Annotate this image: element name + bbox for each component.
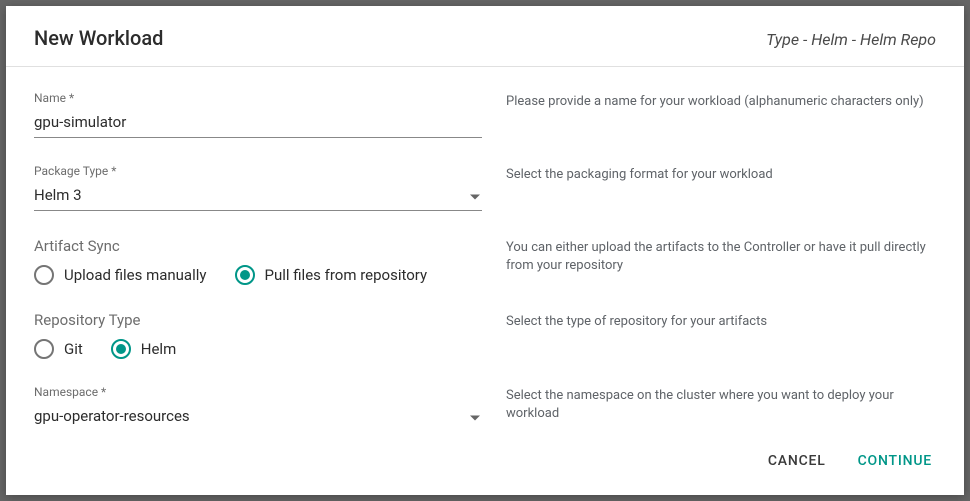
dialog-body: Name * Please provide a name for your wo…	[6, 67, 964, 429]
row-name: Name * Please provide a name for your wo…	[34, 91, 936, 138]
radio-icon	[235, 265, 255, 285]
radio-icon	[34, 339, 54, 359]
namespace-label: Namespace *	[34, 385, 482, 399]
name-help: Please provide a name for your workload …	[506, 91, 936, 138]
radio-icon	[111, 339, 131, 359]
row-package-type: Package Type * Helm 3 Select the packagi…	[34, 164, 936, 211]
radio-icon	[34, 265, 54, 285]
repository-type-help: Select the type of repository for your a…	[506, 311, 936, 359]
radio-upload-manually[interactable]: Upload files manually	[34, 265, 207, 285]
package-type-select[interactable]: Helm 3	[34, 182, 482, 211]
name-label: Name *	[34, 91, 482, 105]
radio-git[interactable]: Git	[34, 339, 83, 359]
radio-upload-label: Upload files manually	[64, 266, 207, 284]
artifact-sync-label: Artifact Sync	[34, 237, 482, 255]
row-namespace: Namespace * gpu-operator-resources Selec…	[34, 385, 936, 429]
dialog-header: New Workload Type - Helm - Helm Repo	[6, 6, 964, 67]
package-type-help: Select the packaging format for your wor…	[506, 164, 936, 211]
radio-helm-label: Helm	[141, 340, 176, 358]
radio-pull-label: Pull files from repository	[265, 266, 428, 284]
radio-git-label: Git	[64, 340, 83, 358]
new-workload-dialog: New Workload Type - Helm - Helm Repo Nam…	[6, 6, 964, 495]
name-input[interactable]	[34, 109, 482, 138]
radio-helm[interactable]: Helm	[111, 339, 176, 359]
dialog-subtitle: Type - Helm - Helm Repo	[766, 30, 936, 49]
dialog-footer: CANCEL CONTINUE	[6, 429, 964, 495]
artifact-sync-help: You can either upload the artifacts to t…	[506, 237, 936, 285]
continue-button[interactable]: CONTINUE	[854, 447, 936, 475]
row-repository-type: Repository Type Git Helm Select the type…	[34, 311, 936, 359]
radio-pull-repository[interactable]: Pull files from repository	[235, 265, 428, 285]
package-type-label: Package Type *	[34, 164, 482, 178]
namespace-select[interactable]: gpu-operator-resources	[34, 403, 482, 429]
row-artifact-sync: Artifact Sync Upload files manually Pull…	[34, 237, 936, 285]
dialog-title: New Workload	[34, 26, 163, 50]
cancel-button[interactable]: CANCEL	[764, 447, 830, 475]
repository-type-label: Repository Type	[34, 311, 482, 329]
namespace-help: Select the namespace on the cluster wher…	[506, 385, 936, 429]
